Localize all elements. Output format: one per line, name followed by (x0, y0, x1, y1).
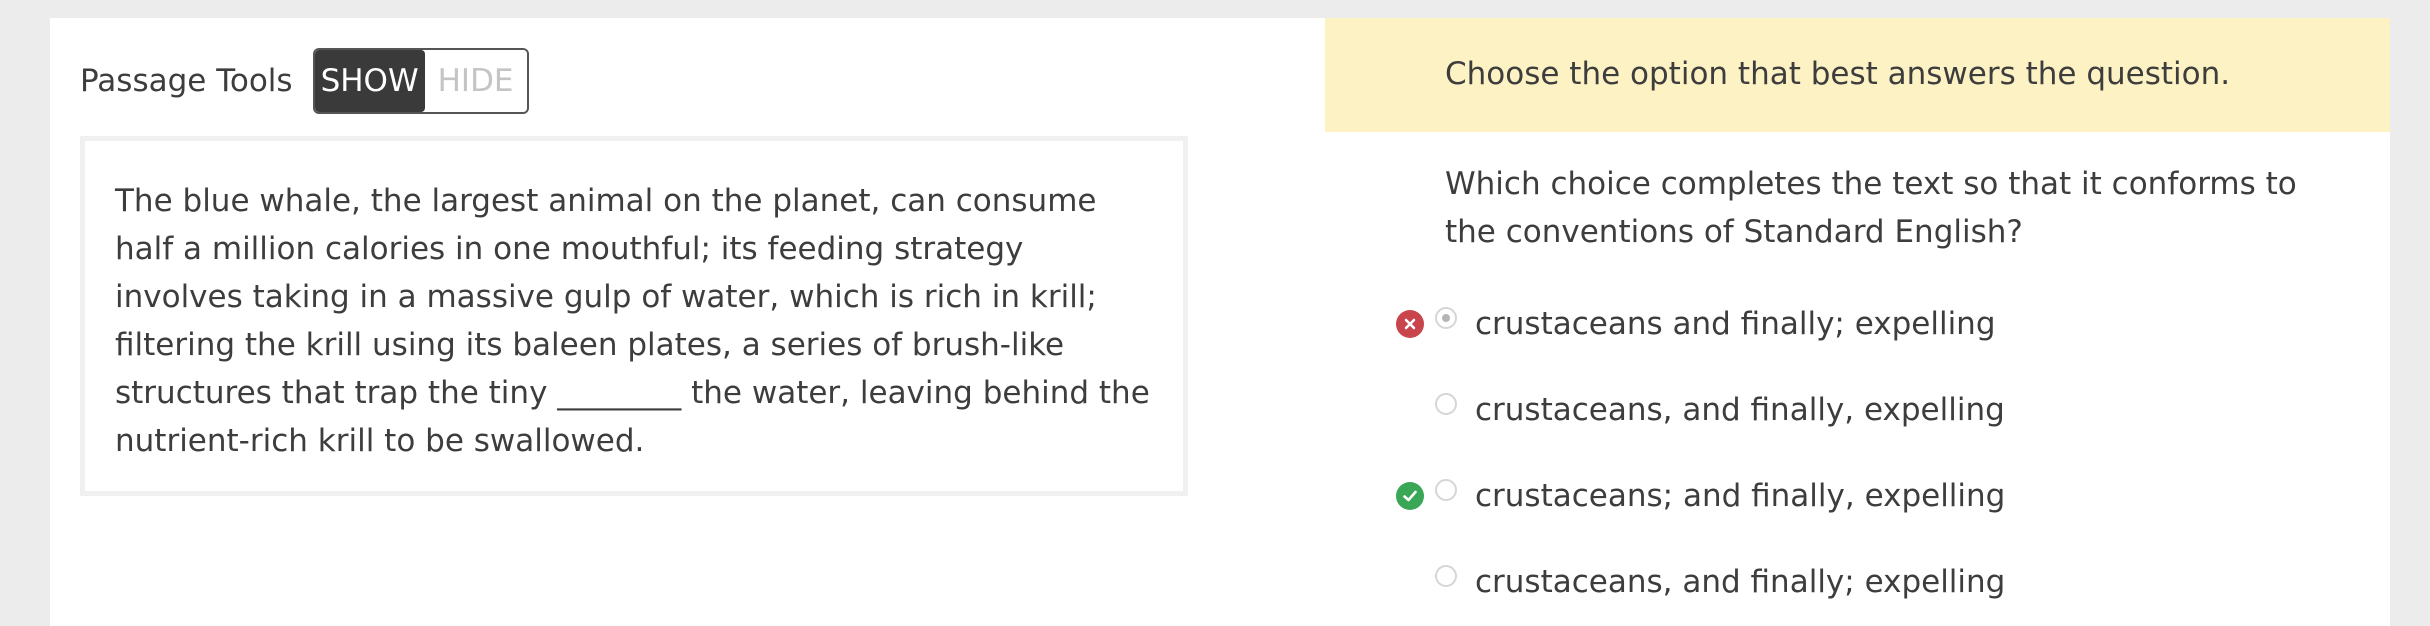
instruction-banner: Choose the option that best answers the … (1325, 18, 2390, 132)
radio-selected-dot (1442, 314, 1450, 322)
passage-tools: Passage Tools SHOW HIDE (80, 48, 529, 114)
radio-button-a[interactable] (1435, 307, 1457, 329)
main-panel: Passage Tools SHOW HIDE The blue whale, … (50, 18, 2390, 626)
option-label-d: crustaceans, and finally; expelling (1475, 564, 2006, 600)
feedback-slot (1395, 481, 1425, 511)
answer-option-c[interactable]: crustaceans; and finally, expelling (1395, 476, 2005, 516)
x-circle-icon (1396, 310, 1424, 338)
passage-tools-toggle: SHOW HIDE (312, 48, 529, 114)
passage-box: The blue whale, the largest animal on th… (80, 136, 1188, 496)
answer-option-d[interactable]: crustaceans, and finally; expelling (1395, 562, 2005, 602)
show-button[interactable]: SHOW (314, 50, 425, 112)
option-label-b: crustaceans, and finally, expelling (1475, 392, 2005, 428)
radio-button-d[interactable] (1435, 565, 1457, 587)
radio-button-c[interactable] (1435, 479, 1457, 501)
passage-text: The blue whale, the largest animal on th… (115, 183, 1150, 459)
radio-button-b[interactable] (1435, 393, 1457, 415)
passage-tools-label: Passage Tools (80, 63, 293, 99)
answer-option-a[interactable]: crustaceans and finally; expelling (1395, 304, 1996, 344)
hide-button[interactable]: HIDE (424, 50, 527, 112)
option-label-c: crustaceans; and finally, expelling (1475, 478, 2006, 514)
option-label-a: crustaceans and finally; expelling (1475, 306, 1996, 342)
answer-option-b[interactable]: crustaceans, and finally, expelling (1395, 390, 2005, 430)
feedback-slot (1395, 567, 1425, 597)
question-text: Which choice completes the text so that … (1445, 166, 2297, 250)
instruction-text: Choose the option that best answers the … (1445, 56, 2231, 92)
feedback-slot (1395, 395, 1425, 425)
question-pane: Choose the option that best answers the … (1325, 18, 2390, 626)
check-circle-icon (1396, 482, 1424, 510)
feedback-slot (1395, 309, 1425, 339)
